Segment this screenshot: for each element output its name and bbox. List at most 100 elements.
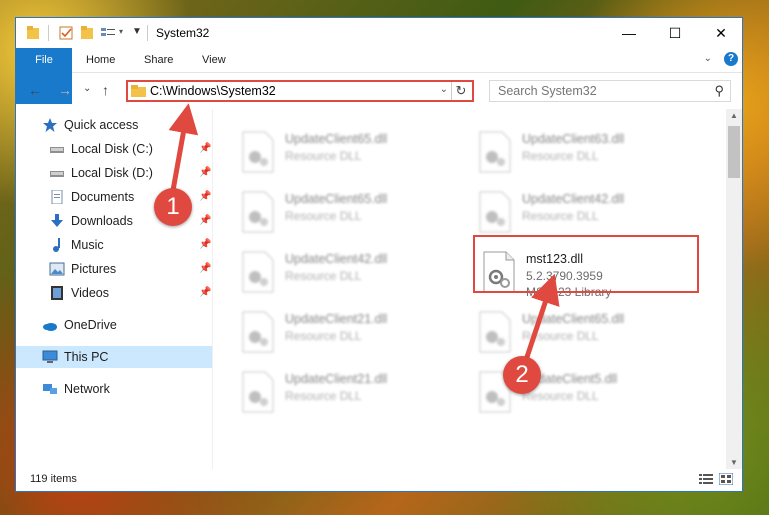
computer-icon <box>42 350 58 363</box>
file-name: UpdateClient21.dll <box>285 312 388 326</box>
file-name: UpdateClient42.dll <box>522 192 625 206</box>
new-folder-icon[interactable] <box>80 25 94 41</box>
maximize-button[interactable]: ☐ <box>652 18 698 48</box>
sidebar-item-label: OneDrive <box>64 318 117 332</box>
minimize-button[interactable]: — <box>606 18 652 48</box>
sidebar-item-label: Downloads <box>71 214 133 228</box>
search-input[interactable] <box>496 83 700 99</box>
scroll-down-icon[interactable]: ▼ <box>726 458 742 467</box>
list-item[interactable]: UpdateClient65.dll Resource DLL <box>233 189 453 245</box>
pin-icon[interactable]: 📌 <box>199 186 211 208</box>
status-bar: 119 items <box>16 469 742 491</box>
drive-icon <box>50 170 64 177</box>
documents-icon <box>51 189 63 204</box>
help-icon[interactable]: ? <box>724 52 738 66</box>
dll-file-icon <box>479 311 511 353</box>
mst123-highlight-box <box>473 235 699 293</box>
list-item[interactable]: UpdateClient65.dll Resource DLL <box>233 129 453 185</box>
sidebar-item-quick-access[interactable]: Quick access <box>42 114 138 136</box>
sidebar-item-local-disk-c[interactable]: Local Disk (C:) 📌 <box>49 138 211 160</box>
forward-button[interactable]: → <box>58 82 72 98</box>
qat-dropdown-icon[interactable]: ▼ <box>132 26 142 42</box>
customize-toolbar-icon[interactable]: ▾ <box>119 27 123 43</box>
step-1-badge: 1 <box>154 188 192 226</box>
properties-icon[interactable] <box>58 25 74 41</box>
sidebar-item-onedrive[interactable]: OneDrive <box>42 314 117 336</box>
file-name: UpdateClient65.dll <box>285 192 388 206</box>
dll-file-icon <box>479 191 511 233</box>
separator <box>147 25 148 41</box>
tab-home[interactable]: Home <box>74 48 127 72</box>
search-box[interactable]: ⚲ <box>489 80 731 102</box>
dll-file-icon <box>479 131 511 173</box>
tab-share[interactable]: Share <box>132 48 185 72</box>
up-button[interactable]: ↑ <box>102 82 109 98</box>
sidebar-item-this-pc[interactable]: This PC <box>16 346 212 368</box>
back-button[interactable]: ← <box>28 82 42 98</box>
sidebar-item-network[interactable]: Network <box>42 378 110 400</box>
address-path[interactable]: C:\Windows\System32 <box>150 84 276 98</box>
sidebar-item-documents[interactable]: Documents 📌 <box>49 186 211 208</box>
sidebar-item-downloads[interactable]: Downloads 📌 <box>49 210 211 232</box>
sidebar-item-music[interactable]: Music 📌 <box>49 234 211 256</box>
pin-icon[interactable]: 📌 <box>199 258 211 280</box>
file-description: Resource DLL <box>522 329 599 343</box>
pin-icon[interactable]: 📌 <box>199 138 211 160</box>
file-description: Resource DLL <box>285 269 362 283</box>
chevron-down-icon[interactable]: ⌄ <box>440 84 448 95</box>
sidebar-item-pictures[interactable]: Pictures 📌 <box>49 258 211 280</box>
sidebar-item-local-disk-d[interactable]: Local Disk (D:) 📌 <box>49 162 211 184</box>
list-item[interactable]: UpdateClient42.dll Resource DLL <box>233 249 453 305</box>
sidebar-item-label: Quick access <box>64 118 139 132</box>
file-description: Resource DLL <box>522 149 599 163</box>
file-name: UpdateClient63.dll <box>522 132 625 146</box>
chevron-down-icon[interactable]: ⌄ <box>704 53 712 64</box>
dll-file-icon <box>242 251 274 293</box>
file-description: Resource DLL <box>285 389 362 403</box>
list-item[interactable]: UpdateClient63.dll Resource DLL <box>470 129 690 185</box>
pin-icon[interactable]: 📌 <box>199 210 211 232</box>
large-icons-view-icon[interactable] <box>719 473 733 485</box>
sidebar-item-label: Documents <box>71 190 135 204</box>
network-icon <box>43 383 57 394</box>
star-icon <box>43 117 57 132</box>
music-icon <box>53 237 60 252</box>
navigation-bar: ← → ⌄ ↑ C:\Windows\System32 ⌄ ↻ ⚲ <box>16 73 742 109</box>
folder-icon <box>131 85 146 97</box>
file-explorer-window: ▾ ▼ System32 — ☐ ✕ File Home Share View … <box>15 17 743 492</box>
sidebar-item-videos[interactable]: Videos 📌 <box>49 282 211 304</box>
sidebar-item-label: This PC <box>64 350 109 364</box>
vertical-scrollbar[interactable]: ▲ ▼ <box>726 109 742 469</box>
list-item[interactable]: UpdateClient65.dll Resource DLL <box>470 309 690 365</box>
address-bar[interactable]: C:\Windows\System32 ⌄ ↻ <box>126 80 474 102</box>
sidebar-item-label: Pictures <box>71 262 117 276</box>
file-description: Resource DLL <box>522 389 599 403</box>
sidebar-item-label: Music <box>71 238 104 252</box>
pin-icon[interactable]: 📌 <box>199 162 211 184</box>
list-item[interactable]: UpdateClient21.dll Resource DLL <box>233 309 453 365</box>
view-details-icon[interactable] <box>100 25 116 41</box>
dll-file-icon <box>242 191 274 233</box>
scroll-up-icon[interactable]: ▲ <box>726 111 742 120</box>
file-name: UpdateClient42.dll <box>285 252 388 266</box>
pictures-icon <box>49 262 65 276</box>
details-view-icon[interactable] <box>699 473 713 485</box>
list-item[interactable]: UpdateClient21.dll Resource DLL <box>233 369 453 425</box>
pin-icon[interactable]: 📌 <box>199 282 211 304</box>
refresh-icon[interactable]: ↻ <box>451 82 470 100</box>
file-name: UpdateClient21.dll <box>285 372 388 386</box>
scrollbar-thumb[interactable] <box>728 126 740 178</box>
pin-icon[interactable]: 📌 <box>199 234 211 256</box>
search-icon[interactable]: ⚲ <box>714 83 724 99</box>
sidebar-item-label: Local Disk (D:) <box>71 166 153 180</box>
window-title: System32 <box>156 26 210 40</box>
title-bar: ▾ ▼ System32 — ☐ ✕ <box>16 18 742 48</box>
download-icon <box>51 213 63 227</box>
close-button[interactable]: ✕ <box>698 18 744 48</box>
dll-file-icon <box>242 311 274 353</box>
sidebar-item-label: Local Disk (C:) <box>71 142 153 156</box>
recent-locations-button[interactable]: ⌄ <box>83 83 91 94</box>
folder-icon <box>27 26 39 39</box>
sidebar-item-label: Videos <box>71 286 109 300</box>
tab-view[interactable]: View <box>190 48 238 72</box>
